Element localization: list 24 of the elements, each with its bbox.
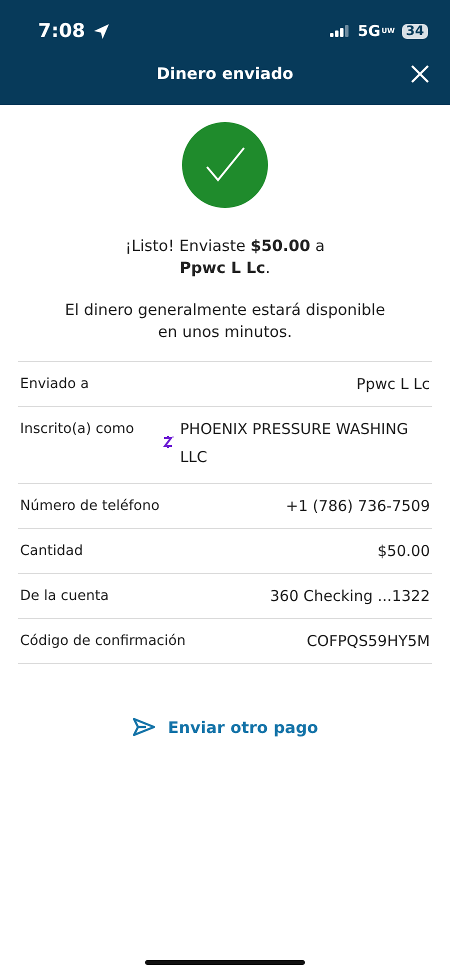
- detail-value: COFPQS59HY5M: [306, 631, 430, 651]
- detail-label: Código de confirmación: [20, 632, 186, 651]
- battery-indicator: 34: [402, 24, 428, 38]
- detail-label: Cantidad: [20, 542, 83, 561]
- success-message: ¡Listo! Enviaste $50.00 a: [125, 237, 325, 255]
- detail-value: $50.00: [378, 541, 430, 561]
- network-label: 5G: [358, 22, 380, 40]
- detail-value: PHOENIX PRESSURE WASHING LLC: [180, 419, 410, 468]
- detail-label: De la cuenta: [20, 587, 109, 606]
- location-arrow-icon: [93, 22, 110, 40]
- detail-label: Inscrito(a) como: [20, 420, 134, 439]
- availability-note: El dinero generalmente estará disponible en unos minutos.: [64, 300, 386, 343]
- detail-label: Enviado a: [20, 375, 89, 394]
- success-check-icon: [182, 122, 268, 208]
- detail-label: Número de teléfono: [20, 497, 160, 516]
- signal-icon: [330, 25, 350, 37]
- status-time: 7:08: [38, 20, 86, 42]
- send-icon: [132, 717, 156, 737]
- detail-value: Ppwc L Lc: [356, 374, 430, 394]
- detail-value: 360 Checking ...1322: [270, 586, 430, 606]
- recipient-name: Ppwc L Lc.: [180, 259, 270, 277]
- send-another-payment-button[interactable]: Enviar otro pago: [126, 716, 324, 738]
- screen-title: Dinero enviado: [156, 64, 294, 83]
- detail-value: +1 (786) 736-7509: [286, 496, 430, 516]
